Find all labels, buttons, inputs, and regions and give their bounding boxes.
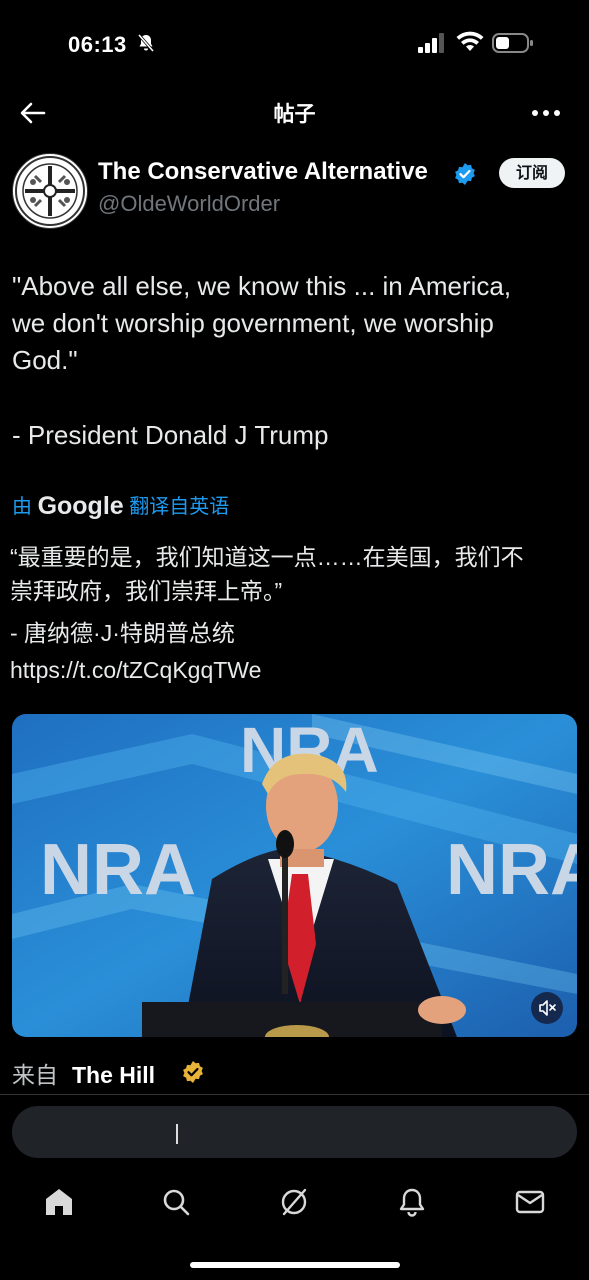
status-time: 06:13 <box>68 32 127 57</box>
translation-attribution[interactable]: 由 Google 翻译自英语 <box>12 490 229 521</box>
reply-composer[interactable] <box>12 1106 577 1158</box>
messages-icon[interactable] <box>514 1186 546 1218</box>
page-title: 帖子 <box>273 103 316 126</box>
verified-badge-icon <box>455 163 475 185</box>
post-text-line: "Above all else, we know this ... in Ame… <box>12 271 512 301</box>
cross-emblem-icon <box>15 156 85 226</box>
source-prefix: 来自 <box>12 1062 58 1088</box>
gold-verified-badge-icon <box>183 1061 203 1083</box>
nra-banner-text: NRA <box>446 830 577 910</box>
post-link[interactable]: https://t.co/tZCqKgqTWe <box>10 653 580 687</box>
home-icon[interactable] <box>43 1186 75 1218</box>
post-text-line: we don't worship government, we worship <box>12 308 494 338</box>
grok-icon[interactable] <box>278 1186 310 1218</box>
source-name[interactable]: The Hill <box>72 1062 155 1088</box>
bell-muted-icon <box>137 34 155 52</box>
translated-line: - 唐纳德·J·特朗普总统 <box>10 620 235 646</box>
battery-icon <box>492 33 533 53</box>
nra-banner-text: NRA <box>40 830 196 910</box>
translated-line: “最重要的是，我们知道这一点……在美国，我们不 <box>10 544 524 570</box>
post-text-line: God." <box>12 345 78 375</box>
author-display-name[interactable]: The Conservative Alternative <box>98 158 428 186</box>
post-text: "Above all else, we know this ... in Ame… <box>12 268 577 454</box>
post-text-spacer <box>12 379 577 417</box>
mute-toggle-button[interactable] <box>531 992 563 1024</box>
author-avatar[interactable] <box>12 153 88 229</box>
subscribe-button[interactable]: 订阅 <box>499 158 565 188</box>
translated-text: “最重要的是，我们知道这一点……在美国，我们不 崇拜政府，我们崇拜上帝。” - … <box>10 540 580 687</box>
wifi-icon <box>456 31 484 51</box>
video-player[interactable]: NRA NRA NRA <box>12 714 577 1037</box>
post-text-line: - President Donald J Trump <box>12 420 329 450</box>
more-options-icon[interactable] <box>531 108 561 118</box>
reply-input[interactable] <box>12 1106 576 1158</box>
speaker-muted-icon <box>539 1000 556 1016</box>
search-icon[interactable] <box>160 1186 192 1218</box>
source-attribution[interactable]: 来自 The Hill <box>12 1056 155 1090</box>
home-indicator <box>190 1262 400 1268</box>
author-handle[interactable]: @OldeWorldOrder <box>98 191 280 217</box>
translated-line: 崇拜政府，我们崇拜上帝。” <box>10 578 283 604</box>
translation-prefix: 由 <box>12 496 32 518</box>
text-cursor <box>176 1124 178 1144</box>
notifications-icon[interactable] <box>396 1186 428 1218</box>
divider <box>0 1094 589 1095</box>
google-brand: Google <box>37 492 124 520</box>
translation-suffix: 翻译自英语 <box>129 496 230 518</box>
video-frame: NRA NRA NRA <box>12 714 577 1037</box>
cellular-signal-icon <box>418 33 444 53</box>
